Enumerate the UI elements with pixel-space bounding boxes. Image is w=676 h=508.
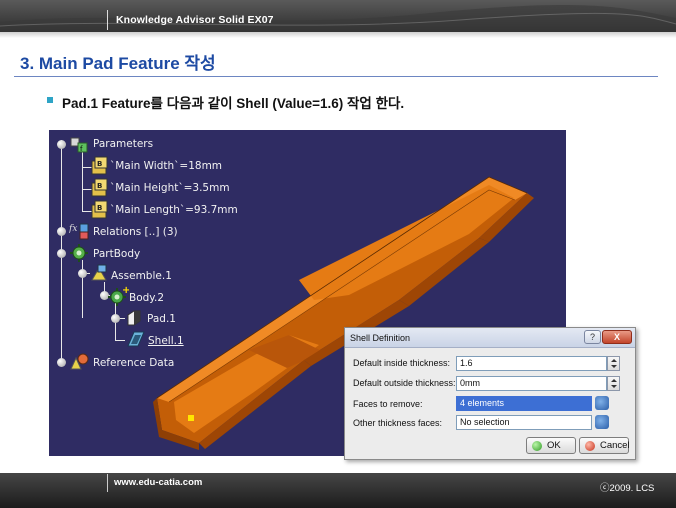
partbody-gear-icon — [70, 244, 88, 262]
expand-partbody-icon[interactable] — [57, 249, 66, 258]
tree-body[interactable]: Body.2 — [129, 292, 164, 304]
dialog-title: Shell Definition — [350, 333, 411, 343]
tree-reference-data[interactable]: Reference Data — [93, 357, 174, 369]
dialog-titlebar[interactable]: Shell Definition ? X — [345, 328, 635, 348]
svg-text:fx: fx — [69, 224, 77, 234]
page-title: 3. Main Pad Feature 작성 — [20, 54, 216, 73]
title-rule — [14, 76, 658, 77]
expand-reference-icon[interactable] — [57, 358, 66, 367]
cancel-icon — [585, 441, 595, 451]
banner-wave-decoration — [0, 5, 676, 32]
expand-relations-icon[interactable] — [57, 227, 66, 236]
outside-thickness-spinner[interactable] — [607, 376, 620, 391]
pad-icon — [127, 310, 141, 326]
bullet-text: Pad.1 Feature를 다음과 같이 Shell (Value=1.6) … — [62, 96, 405, 111]
tree-spine-parameters — [82, 150, 83, 212]
assemble-icon — [91, 264, 107, 281]
top-banner — [0, 0, 676, 32]
svg-text:B: B — [97, 182, 102, 190]
ok-icon — [532, 441, 542, 451]
faces-to-remove-picker-icon[interactable] — [595, 396, 609, 410]
svg-text:+: + — [122, 285, 129, 296]
tree-branch-shell — [115, 340, 125, 341]
tree-param-main-length[interactable]: `Main Length`=93.7mm — [110, 204, 238, 216]
parameter-length-icon: B — [91, 200, 108, 219]
tree-param-main-height[interactable]: `Main Height`=3.5mm — [110, 182, 230, 194]
ok-button-label: OK — [547, 440, 561, 451]
tree-assemble[interactable]: Assemble.1 — [111, 270, 172, 282]
banner-shadow — [0, 32, 676, 38]
footer-bar — [0, 473, 676, 508]
parameter-width-icon: B — [91, 156, 108, 175]
ok-button[interactable]: OK — [526, 437, 576, 454]
reference-data-icon — [70, 353, 89, 370]
tree-shell[interactable]: Shell.1 — [148, 335, 184, 347]
svg-text:B: B — [97, 160, 102, 168]
other-thickness-field[interactable]: No selection — [456, 415, 592, 430]
other-thickness-picker-icon[interactable] — [595, 415, 609, 429]
shell-icon — [127, 331, 145, 347]
tree-pad[interactable]: Pad.1 — [147, 313, 176, 325]
tree-parameters[interactable]: Parameters — [93, 138, 153, 150]
parameter-height-icon: B — [91, 178, 108, 197]
outside-thickness-input[interactable]: 0mm — [456, 376, 607, 391]
footer-url: www.edu-catia.com — [114, 477, 203, 488]
svg-text:B: B — [97, 204, 102, 212]
expand-assemble-icon[interactable] — [78, 269, 87, 278]
faces-to-remove-field[interactable]: 4 elements — [456, 396, 592, 411]
cancel-button[interactable]: Cancel — [579, 437, 630, 454]
footer-copyright: ⓒ2009. LCS — [600, 483, 655, 494]
body-gear-icon: + — [108, 285, 129, 306]
inside-thickness-spinner[interactable] — [607, 356, 620, 371]
expand-parameters-icon[interactable] — [57, 140, 66, 149]
footer-divider — [107, 474, 108, 492]
header-divider — [107, 10, 108, 30]
course-title: Knowledge Advisor Solid EX07 — [116, 14, 274, 26]
tree-partbody[interactable]: PartBody — [93, 248, 140, 260]
bullet-marker — [47, 97, 53, 103]
close-button[interactable]: X — [602, 330, 632, 344]
relations-icon: fx — [69, 223, 89, 240]
tree-param-main-width[interactable]: `Main Width`=18mm — [110, 160, 222, 172]
other-thickness-label: Other thickness faces: — [353, 418, 443, 428]
tree-relations[interactable]: Relations [..] (3) — [93, 226, 178, 238]
parameters-icon: f — [70, 137, 88, 153]
inside-thickness-label: Default inside thickness: — [353, 358, 451, 368]
outside-thickness-label: Default outside thickness: — [353, 378, 456, 388]
faces-to-remove-label: Faces to remove: — [353, 399, 423, 409]
expand-pad-icon[interactable] — [111, 314, 120, 323]
cancel-button-label: Cancel — [600, 440, 630, 451]
help-button[interactable]: ? — [584, 330, 601, 344]
shell-definition-dialog[interactable]: Shell Definition ? X Default inside thic… — [344, 327, 636, 460]
inside-thickness-input[interactable]: 1.6 — [456, 356, 607, 371]
